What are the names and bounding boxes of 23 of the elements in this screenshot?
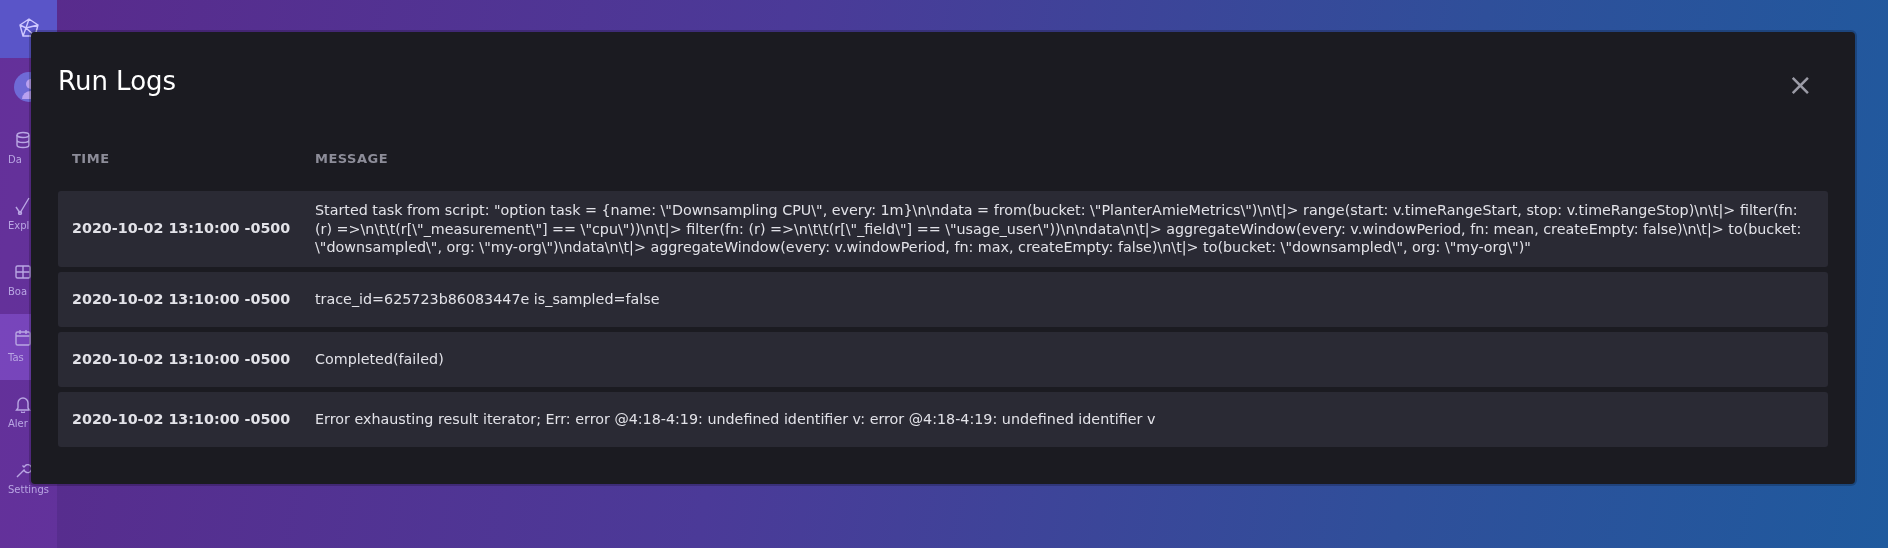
message-cell-text: Completed(failed): [315, 350, 445, 370]
dialog-title: Run Logs: [58, 66, 177, 98]
time-cell-text: 2020-10-02 13:10:00 -0500: [72, 350, 292, 370]
wrench-icon: [14, 461, 32, 479]
column-header: TIME: [72, 150, 111, 169]
sidebar-item[interactable]: Aler: [0, 380, 57, 446]
sidebar-item[interactable]: Boa: [0, 248, 57, 314]
sidebar-item[interactable]: Expl: [0, 182, 57, 248]
message-cell-text: trace_id=625723b86083447e is_sampled=false: [315, 290, 661, 310]
sidebar-item[interactable]: Da: [0, 116, 57, 182]
graph-icon: [14, 197, 32, 215]
message-cell-text: Error exhausting result iterator; Err: error @4:18-4:19: undefined identifier v: error @4:18-4:19: undefined identifier v: [315, 410, 1157, 430]
database-icon: [14, 131, 32, 149]
close-button[interactable]: ×: [1783, 70, 1817, 100]
time-cell-text: 2020-10-02 13:10:00 -0500: [72, 290, 292, 310]
time-cell-text: 2020-10-02 13:10:00 -0500: [72, 410, 292, 430]
bell-icon: [14, 395, 32, 413]
column-header: MESSAGE: [315, 150, 389, 169]
grid-icon: [14, 263, 32, 281]
message-cell-text: Started task from script: "option task = {name: \"Downsampling CPU\", every: 1m}\n\ndata = from(bucket: \"PlanterAmieMetrics\")\n\t|> range(start: v.timeRangeStart, stop: v.timeRangeStop)\n\t|> filter(fn: (r) =>\n\t\t(r[\"_measurement\"] == \"cpu\"))\n\t|> filter(fn: (r) =>\n\t\t(r[\"_field\"] == \"usage_user\"))\n\ndata\n\t|> aggregateWindow(every: v.windowPeriod, fn: mean, createEmpty: false)\n\t|> to(bucket: \"downsampled\", org: \"my-org\")\ndata\n\t|> aggregateWindow(every: v.windowPeriod, fn: max, createEmpty: false)\n\t|> to(bucket: \"downsampled\", org: \"my-org\")": [315, 200, 1803, 258]
sidebar-item[interactable]: Settings: [0, 446, 57, 512]
time-cell-text: 2020-10-02 13:10:00 -0500: [72, 219, 292, 239]
calendar-icon: [14, 329, 32, 347]
